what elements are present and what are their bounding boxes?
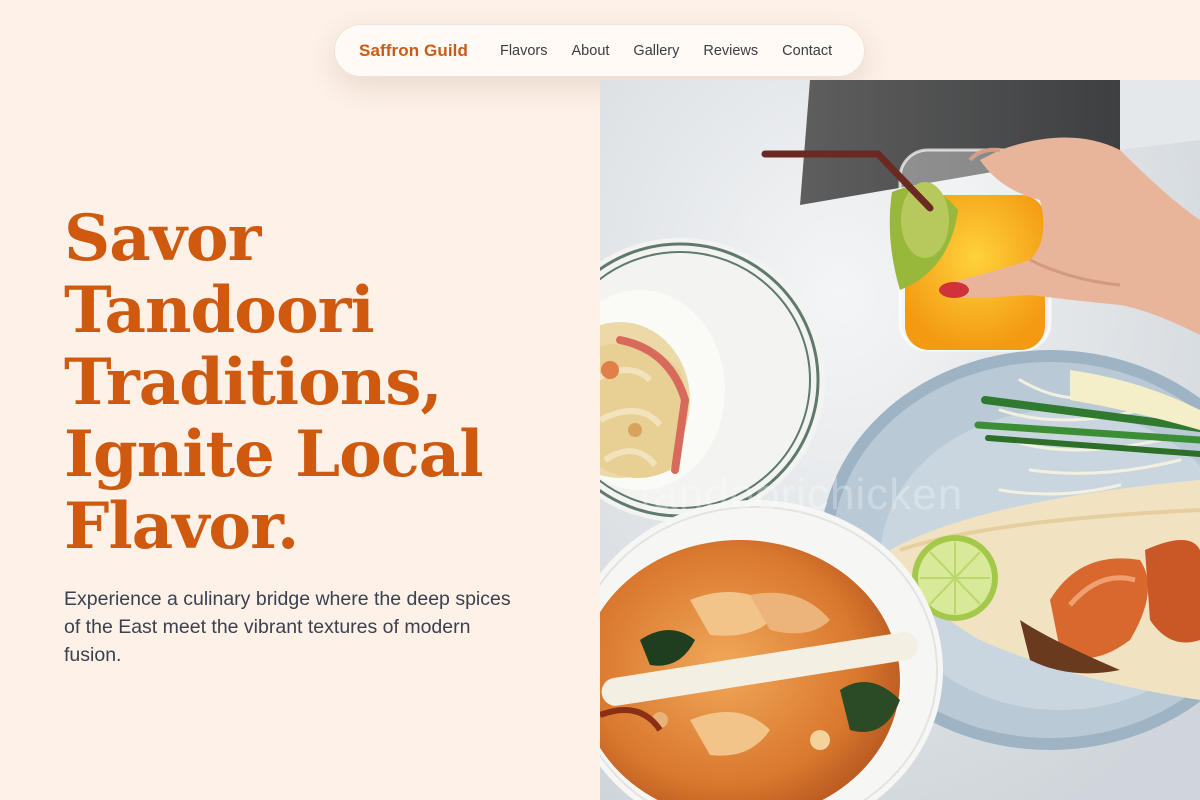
- nav-link-about[interactable]: About: [572, 43, 610, 59]
- nav-links: Flavors About Gallery Reviews Contact: [500, 43, 832, 59]
- hero-title: Savor Tandoori Traditions, Ignite Local …: [64, 201, 484, 564]
- nav-link-reviews[interactable]: Reviews: [703, 43, 758, 59]
- hero-food-image: [600, 80, 1200, 800]
- brand-logo[interactable]: Saffron Guild: [359, 41, 468, 61]
- nav-link-gallery[interactable]: Gallery: [633, 43, 679, 59]
- food-illustration: [600, 80, 1200, 800]
- nav-link-contact[interactable]: Contact: [782, 43, 832, 59]
- nav-link-flavors[interactable]: Flavors: [500, 43, 548, 59]
- top-nav: Saffron Guild Flavors About Gallery Revi…: [334, 24, 865, 77]
- hero-subtitle: Experience a culinary bridge where the d…: [64, 588, 511, 666]
